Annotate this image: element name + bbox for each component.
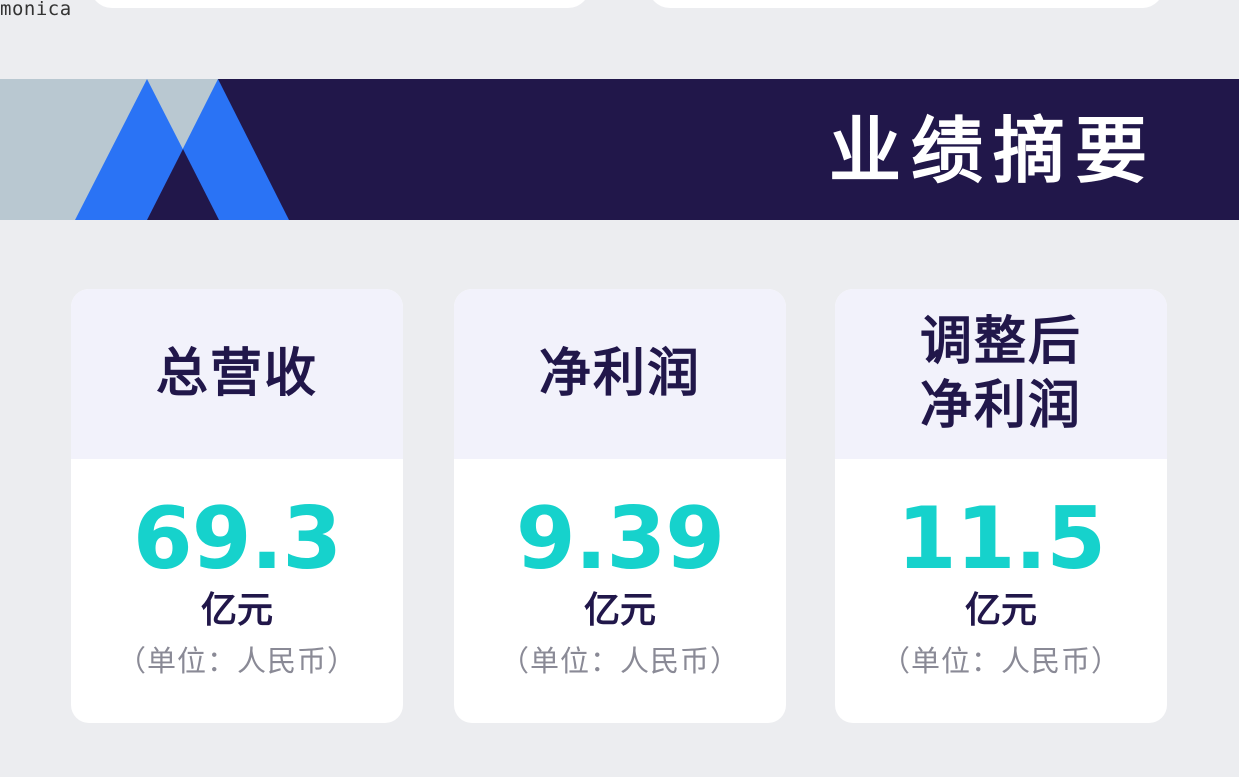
metric-unit: 亿元: [200, 590, 273, 631]
metric-title-line: 总营收: [155, 344, 318, 404]
metric-title: 总营收: [156, 342, 318, 406]
metric-note: （单位：人民币）: [499, 644, 740, 678]
metric-title-line: 调整后: [919, 312, 1082, 372]
metric-note: （单位：人民币）: [116, 644, 357, 678]
metric-card-header: 调整后 净利润: [835, 289, 1167, 459]
section-banner: 业绩摘要: [0, 79, 1239, 220]
metric-note: （单位：人民币）: [880, 644, 1121, 678]
metric-value: 11.5: [896, 489, 1106, 589]
metric-card-adjusted-net-profit: 调整后 净利润 11.5 亿元 （单位：人民币）: [835, 289, 1167, 723]
partial-card-top-right: [648, 0, 1164, 8]
metric-card-net-profit: 净利润 9.39 亿元 （单位：人民币）: [454, 289, 786, 723]
metric-card-body: 69.3 亿元 （单位：人民币）: [71, 459, 403, 681]
metric-unit: 亿元: [583, 590, 656, 631]
banner-title: 业绩摘要: [828, 109, 1157, 193]
metric-title: 调整后 净利润: [920, 310, 1082, 438]
metric-title: 净利润: [539, 342, 701, 406]
brand-logo-icon: [0, 79, 289, 220]
metric-title-line: 净利润: [919, 376, 1082, 436]
metric-card-header: 净利润: [454, 289, 786, 459]
metric-card-total-revenue: 总营收 69.3 亿元 （单位：人民币）: [71, 289, 403, 723]
metric-unit: 亿元: [964, 590, 1037, 631]
page: monica 业绩摘要 总营收 69.3 亿元 （单位：人民币） 净利润 9.3…: [0, 0, 1239, 777]
metric-value: 9.39: [515, 489, 725, 589]
metric-title-line: 净利润: [538, 344, 701, 404]
metric-card-header: 总营收: [71, 289, 403, 459]
partial-card-top-left: [90, 0, 590, 8]
metric-value: 69.3: [132, 489, 342, 589]
watermark: monica: [0, 0, 72, 20]
metric-card-body: 11.5 亿元 （单位：人民币）: [835, 459, 1167, 681]
metric-card-body: 9.39 亿元 （单位：人民币）: [454, 459, 786, 681]
